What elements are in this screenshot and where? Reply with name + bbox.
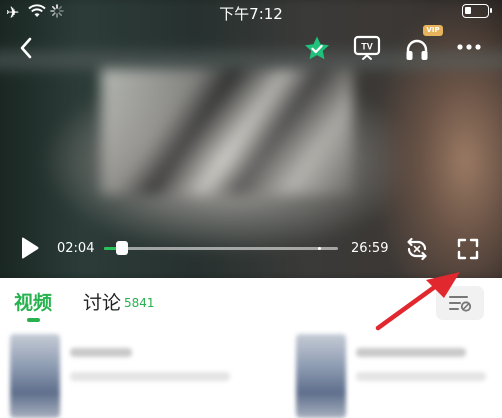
recommendation-thumbnail bbox=[10, 334, 60, 418]
back-arrow-icon bbox=[20, 37, 32, 59]
back-button[interactable] bbox=[14, 34, 38, 62]
favorite-star-icon bbox=[305, 36, 329, 59]
recommendation-subtitle bbox=[70, 372, 230, 381]
favorite-button[interactable] bbox=[302, 33, 332, 63]
video-player[interactable]: ✈ 下午7:12 TV VIP 02:04 26:59 bbox=[0, 0, 502, 278]
switch-button[interactable] bbox=[404, 236, 430, 262]
fullscreen-icon bbox=[457, 238, 479, 260]
tv-cast-icon: TV bbox=[353, 35, 381, 60]
screen: ✈ 下午7:12 TV VIP 02:04 26:59 视频 讨论 5841 bbox=[0, 0, 502, 418]
progress-knob[interactable] bbox=[116, 241, 129, 255]
switch-icon bbox=[407, 237, 427, 261]
svg-text:TV: TV bbox=[361, 42, 373, 52]
tv-cast-button[interactable]: TV bbox=[352, 33, 382, 63]
recommendation-subtitle bbox=[356, 372, 486, 381]
more-button[interactable] bbox=[452, 34, 486, 60]
tab-discussion[interactable]: 讨论 bbox=[83, 288, 121, 315]
audio-button[interactable] bbox=[402, 35, 432, 65]
play-icon bbox=[22, 237, 39, 259]
status-time: 下午7:12 bbox=[219, 5, 283, 23]
recommendation-title bbox=[70, 348, 132, 357]
progress-bar[interactable] bbox=[104, 247, 338, 250]
recommendation-thumbnail bbox=[296, 334, 346, 418]
tab-active-indicator bbox=[27, 318, 40, 322]
recommendation-title bbox=[356, 348, 466, 357]
more-icon bbox=[457, 44, 481, 50]
battery-icon bbox=[462, 4, 492, 18]
discussion-count: 5841 bbox=[124, 296, 155, 310]
current-time: 02:04 bbox=[57, 241, 95, 256]
status-bar: ✈ 下午7:12 bbox=[0, 0, 502, 24]
vip-badge: VIP bbox=[423, 25, 443, 36]
audio-headphones-icon bbox=[406, 39, 428, 60]
fullscreen-button[interactable] bbox=[455, 236, 481, 262]
progress-marker bbox=[318, 247, 321, 250]
annotation-arrow bbox=[375, 272, 460, 331]
total-time: 26:59 bbox=[351, 241, 389, 256]
play-button[interactable] bbox=[16, 234, 42, 262]
tab-video[interactable]: 视频 bbox=[14, 288, 52, 315]
